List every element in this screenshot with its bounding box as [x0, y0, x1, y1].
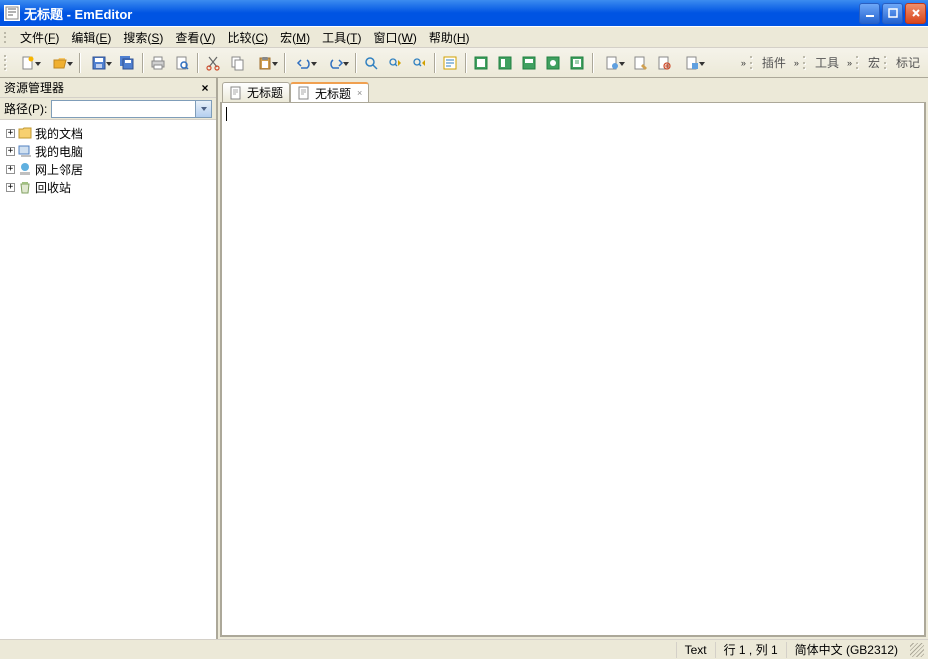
toolbar-marker-label[interactable]: 标记	[892, 54, 924, 71]
explorer-sidebar: 资源管理器 × 路径(P): + 我的文档 + 我的电脑 +	[0, 78, 218, 639]
tree-item-network[interactable]: + 网上邻居	[2, 160, 214, 178]
menu-window[interactable]: 窗口(W)	[368, 27, 423, 48]
expand-icon[interactable]: +	[6, 147, 15, 156]
expand-icon[interactable]: +	[6, 165, 15, 174]
cfg2-button[interactable]	[628, 51, 652, 75]
menu-search[interactable]: 搜索(S)	[117, 27, 169, 48]
save-button[interactable]	[83, 51, 115, 75]
menu-bar: 文件(F) 编辑(E) 搜索(S) 查看(V) 比较(C) 宏(M) 工具(T)…	[0, 26, 928, 48]
toolbar-tools-label[interactable]: 工具	[811, 54, 843, 71]
minimize-button[interactable]	[859, 3, 880, 24]
recycle-icon	[17, 179, 33, 195]
menu-compare[interactable]: 比较(C)	[221, 27, 274, 48]
computer-icon	[17, 143, 33, 159]
menu-macro[interactable]: 宏(M)	[274, 27, 316, 48]
toolbar-grip[interactable]	[4, 53, 10, 73]
open-button[interactable]	[44, 51, 76, 75]
file-icon	[297, 86, 311, 100]
status-encoding: 简体中文 (GB2312)	[786, 642, 906, 658]
tab-untitled-2[interactable]: 无标题 ×	[290, 82, 369, 102]
cfg4-button[interactable]	[676, 51, 708, 75]
title-bar: 无标题 - EmEditor	[0, 0, 928, 26]
folder-icon	[17, 125, 33, 141]
toolbar-overflow-icon-3[interactable]: »	[843, 58, 856, 68]
path-label: 路径(P):	[4, 100, 47, 117]
toolbar-macro-label[interactable]: 宏	[864, 54, 884, 71]
toolbar-grip-3[interactable]	[803, 53, 809, 73]
panel3-button[interactable]	[517, 51, 541, 75]
cfg1-button[interactable]	[596, 51, 628, 75]
new-button[interactable]	[12, 51, 44, 75]
cut-button[interactable]	[201, 51, 225, 75]
menu-grip[interactable]	[4, 29, 10, 45]
toolbar-grip-5[interactable]	[884, 53, 890, 73]
copy-button[interactable]	[225, 51, 249, 75]
print-preview-button[interactable]	[170, 51, 194, 75]
file-icon	[229, 86, 243, 100]
menu-edit[interactable]: 编辑(E)	[65, 27, 117, 48]
find-next-button[interactable]	[407, 51, 431, 75]
sidebar-close-button[interactable]: ×	[198, 81, 212, 95]
toolbar-plugins-label[interactable]: 插件	[758, 54, 790, 71]
sidebar-title: 资源管理器	[4, 79, 198, 96]
print-button[interactable]	[146, 51, 170, 75]
tab-close-button[interactable]: ×	[357, 88, 362, 98]
status-bar: Text 行 1 , 列 1 简体中文 (GB2312)	[0, 639, 928, 659]
tree-item-recycle[interactable]: + 回收站	[2, 178, 214, 196]
tree-item-documents[interactable]: + 我的文档	[2, 124, 214, 142]
path-combobox[interactable]	[51, 100, 212, 118]
tab-label: 无标题	[315, 85, 351, 102]
panel1-button[interactable]	[469, 51, 493, 75]
status-position: 行 1 , 列 1	[715, 642, 786, 658]
save-all-button[interactable]	[115, 51, 139, 75]
menu-tools[interactable]: 工具(T)	[316, 27, 367, 48]
redo-button[interactable]	[320, 51, 352, 75]
menu-file[interactable]: 文件(F)	[14, 27, 65, 48]
text-editor[interactable]	[220, 102, 926, 637]
path-dropdown-button[interactable]	[195, 101, 211, 117]
toolbar-grip-2[interactable]	[750, 53, 756, 73]
toolbar-grip-4[interactable]	[856, 53, 862, 73]
panel4-button[interactable]	[541, 51, 565, 75]
folder-tree[interactable]: + 我的文档 + 我的电脑 + 网上邻居 + 回收站	[0, 120, 216, 639]
word-wrap-button[interactable]	[438, 51, 462, 75]
status-mode: Text	[676, 642, 715, 658]
toolbar-overflow-icon-2[interactable]: »	[790, 58, 803, 68]
app-icon	[4, 5, 20, 21]
menu-view[interactable]: 查看(V)	[169, 27, 221, 48]
find-button[interactable]	[359, 51, 383, 75]
resize-grip[interactable]	[910, 643, 924, 657]
tab-untitled-1[interactable]: 无标题	[222, 82, 290, 102]
panel2-button[interactable]	[493, 51, 517, 75]
find-prev-button[interactable]	[383, 51, 407, 75]
tree-item-computer[interactable]: + 我的电脑	[2, 142, 214, 160]
cfg3-button[interactable]	[652, 51, 676, 75]
maximize-button[interactable]	[882, 3, 903, 24]
network-icon	[17, 161, 33, 177]
window-title: 无标题 - EmEditor	[24, 4, 859, 23]
undo-button[interactable]	[288, 51, 320, 75]
toolbar: » 插件 » 工具 » 宏 标记	[0, 48, 928, 78]
panel5-button[interactable]	[565, 51, 589, 75]
toolbar-overflow-icon[interactable]: »	[737, 58, 750, 68]
menu-help[interactable]: 帮助(H)	[423, 27, 476, 48]
close-button[interactable]	[905, 3, 926, 24]
expand-icon[interactable]: +	[6, 183, 15, 192]
expand-icon[interactable]: +	[6, 129, 15, 138]
tab-label: 无标题	[247, 84, 283, 101]
paste-button[interactable]	[249, 51, 281, 75]
document-tabbar: 无标题 无标题 ×	[218, 78, 928, 102]
